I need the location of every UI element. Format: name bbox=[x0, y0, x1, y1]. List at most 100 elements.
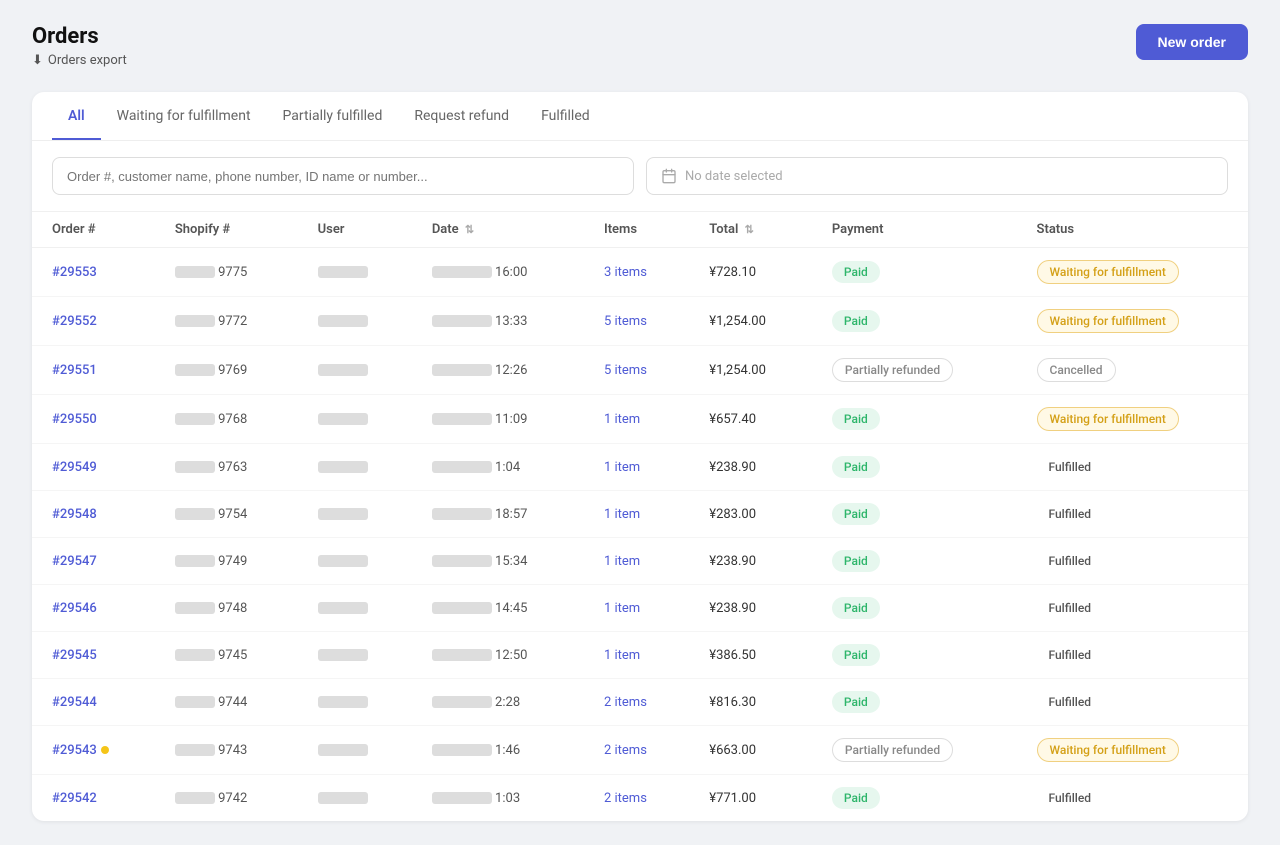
user-cell bbox=[298, 248, 412, 297]
order-link[interactable]: #29550 bbox=[52, 412, 97, 427]
order-link[interactable]: #29545 bbox=[52, 648, 97, 663]
col-payment: Payment bbox=[812, 212, 1017, 248]
tab-waiting-for-fulfillment[interactable]: Waiting for fulfillment bbox=[101, 92, 267, 140]
user-cell bbox=[298, 679, 412, 726]
total-cell: ¥663.00 bbox=[689, 726, 812, 775]
tab-all[interactable]: All bbox=[52, 92, 101, 140]
status-badge: Fulfilled bbox=[1037, 691, 1104, 713]
total-cell: ¥386.50 bbox=[689, 632, 812, 679]
order-link[interactable]: #29543 bbox=[52, 743, 97, 758]
date-picker[interactable]: No date selected bbox=[646, 157, 1228, 195]
items-link[interactable]: 1 item bbox=[604, 601, 640, 616]
table-row: #29552 9772 13:33 5 items ¥1,254.00Paid Wai… bbox=[32, 297, 1248, 346]
table-row: #29547 9749 15:341 item¥238.90PaidFulfil… bbox=[32, 538, 1248, 585]
total-cell: ¥238.90 bbox=[689, 585, 812, 632]
col-total[interactable]: Total ⇅ bbox=[689, 212, 812, 248]
payment-cell: Partially refunded bbox=[812, 726, 1017, 775]
date-cell: 12:50 bbox=[412, 632, 584, 679]
payment-badge: Paid bbox=[832, 787, 880, 809]
date-cell: 13:33 bbox=[412, 297, 584, 346]
items-link[interactable]: 1 item bbox=[604, 412, 640, 427]
items-link[interactable]: 1 item bbox=[604, 648, 640, 663]
export-link[interactable]: ⬇ Orders export bbox=[32, 53, 127, 68]
date-cell: 1:04 bbox=[412, 444, 584, 491]
date-cell: 15:34 bbox=[412, 538, 584, 585]
order-link[interactable]: #29546 bbox=[52, 601, 97, 616]
order-link[interactable]: #29544 bbox=[52, 695, 97, 710]
date-cell: 11:09 bbox=[412, 395, 584, 444]
order-link[interactable]: #29553 bbox=[52, 265, 97, 280]
order-link[interactable]: #29552 bbox=[52, 314, 97, 329]
shopify-number: 9772 bbox=[155, 297, 298, 346]
table-header: Order # Shopify # User Date ⇅ Items Tota… bbox=[32, 212, 1248, 248]
items-link[interactable]: 1 item bbox=[604, 554, 640, 569]
items-link[interactable]: 1 item bbox=[604, 507, 640, 522]
status-badge: Fulfilled bbox=[1037, 550, 1104, 572]
payment-cell: Paid bbox=[812, 491, 1017, 538]
new-order-button[interactable]: New order bbox=[1136, 24, 1248, 60]
shopify-number: 9775 bbox=[155, 248, 298, 297]
col-user: User bbox=[298, 212, 412, 248]
status-cell: Waiting for fulfillment bbox=[1017, 726, 1248, 775]
user-cell bbox=[298, 585, 412, 632]
items-cell: 5 items bbox=[584, 346, 689, 395]
search-input[interactable] bbox=[52, 157, 634, 195]
order-link[interactable]: #29548 bbox=[52, 507, 97, 522]
table-row: #29550 9768 11:091 item¥657.40PaidWaitin… bbox=[32, 395, 1248, 444]
status-cell: Waiting for fulfillment bbox=[1017, 248, 1248, 297]
shopify-number: 9749 bbox=[155, 538, 298, 585]
total-cell: ¥1,254.00 bbox=[689, 297, 812, 346]
payment-cell: Paid bbox=[812, 444, 1017, 491]
date-cell: 1:03 bbox=[412, 775, 584, 822]
total-cell: ¥771.00 bbox=[689, 775, 812, 822]
user-cell bbox=[298, 726, 412, 775]
payment-cell: Paid bbox=[812, 679, 1017, 726]
payment-badge: Paid bbox=[832, 550, 880, 572]
payment-cell: Paid bbox=[812, 585, 1017, 632]
status-badge: Waiting for fulfillment bbox=[1037, 407, 1179, 431]
table-row: #29551 9769 12:265 items¥1,254.00Partial… bbox=[32, 346, 1248, 395]
items-cell: 1 item bbox=[584, 538, 689, 585]
shopify-number: 9754 bbox=[155, 491, 298, 538]
tab-request-refund[interactable]: Request refund bbox=[398, 92, 525, 140]
items-link[interactable]: 3 items bbox=[604, 265, 647, 280]
payment-cell: Paid bbox=[812, 775, 1017, 822]
payment-badge: Paid bbox=[832, 503, 880, 525]
status-badge: Fulfilled bbox=[1037, 644, 1104, 666]
status-badge: Fulfilled bbox=[1037, 597, 1104, 619]
tab-fulfilled[interactable]: Fulfilled bbox=[525, 92, 606, 140]
items-link[interactable]: 5 items bbox=[604, 363, 647, 378]
status-badge: Waiting for fulfillment bbox=[1037, 309, 1179, 333]
items-link[interactable]: 2 items bbox=[604, 743, 647, 758]
user-cell bbox=[298, 632, 412, 679]
order-link[interactable]: #29551 bbox=[52, 363, 97, 378]
col-date[interactable]: Date ⇅ bbox=[412, 212, 584, 248]
items-cell: 1 item bbox=[584, 585, 689, 632]
table-row: #29543 9743 1:462 items¥663.00Partially … bbox=[32, 726, 1248, 775]
order-link[interactable]: #29547 bbox=[52, 554, 97, 569]
payment-cell: Paid bbox=[812, 297, 1017, 346]
order-link[interactable]: #29549 bbox=[52, 460, 97, 475]
download-icon: ⬇ bbox=[32, 53, 43, 68]
items-cell: 1 item bbox=[584, 632, 689, 679]
tab-partially-fulfilled[interactable]: Partially fulfilled bbox=[267, 92, 399, 140]
date-placeholder: No date selected bbox=[685, 169, 783, 184]
status-cell: Fulfilled bbox=[1017, 585, 1248, 632]
calendar-icon bbox=[661, 168, 677, 184]
tabs-bar: AllWaiting for fulfillmentPartially fulf… bbox=[32, 92, 1248, 141]
user-cell bbox=[298, 297, 412, 346]
table-row: #29542 9742 1:032 items¥771.00PaidFulfil… bbox=[32, 775, 1248, 822]
order-link[interactable]: #29542 bbox=[52, 791, 97, 806]
items-link[interactable]: 5 items bbox=[604, 314, 647, 329]
items-link[interactable]: 2 items bbox=[604, 791, 647, 806]
status-cell: Fulfilled bbox=[1017, 632, 1248, 679]
user-cell bbox=[298, 346, 412, 395]
payment-badge: Paid bbox=[832, 261, 880, 283]
user-cell bbox=[298, 395, 412, 444]
table-row: #29544 9744 2:282 items¥816.30PaidFulfil… bbox=[32, 679, 1248, 726]
status-cell: Fulfilled bbox=[1017, 538, 1248, 585]
items-link[interactable]: 1 item bbox=[604, 460, 640, 475]
payment-badge: Paid bbox=[832, 456, 880, 478]
date-cell: 2:28 bbox=[412, 679, 584, 726]
items-link[interactable]: 2 items bbox=[604, 695, 647, 710]
